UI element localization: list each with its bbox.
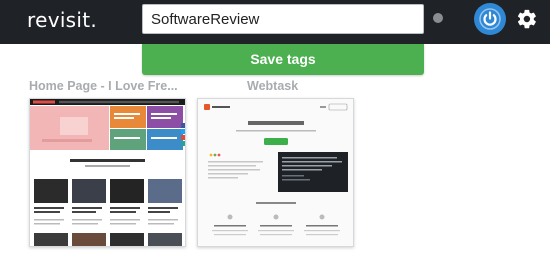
tag-input[interactable] bbox=[142, 4, 424, 34]
power-icon[interactable] bbox=[474, 3, 506, 35]
save-tags-button[interactable]: Save tags bbox=[142, 44, 424, 75]
gear-icon[interactable] bbox=[514, 6, 540, 32]
top-bar: revisit. bbox=[0, 0, 550, 44]
app-logo[interactable]: revisit. bbox=[27, 5, 97, 35]
status-dot bbox=[433, 13, 443, 23]
page-thumbnail[interactable] bbox=[29, 98, 186, 247]
page-thumbnail[interactable] bbox=[197, 98, 354, 247]
card-title[interactable]: Webtask bbox=[247, 78, 298, 94]
card-title[interactable]: Home Page - I Love Fre... bbox=[29, 78, 178, 94]
